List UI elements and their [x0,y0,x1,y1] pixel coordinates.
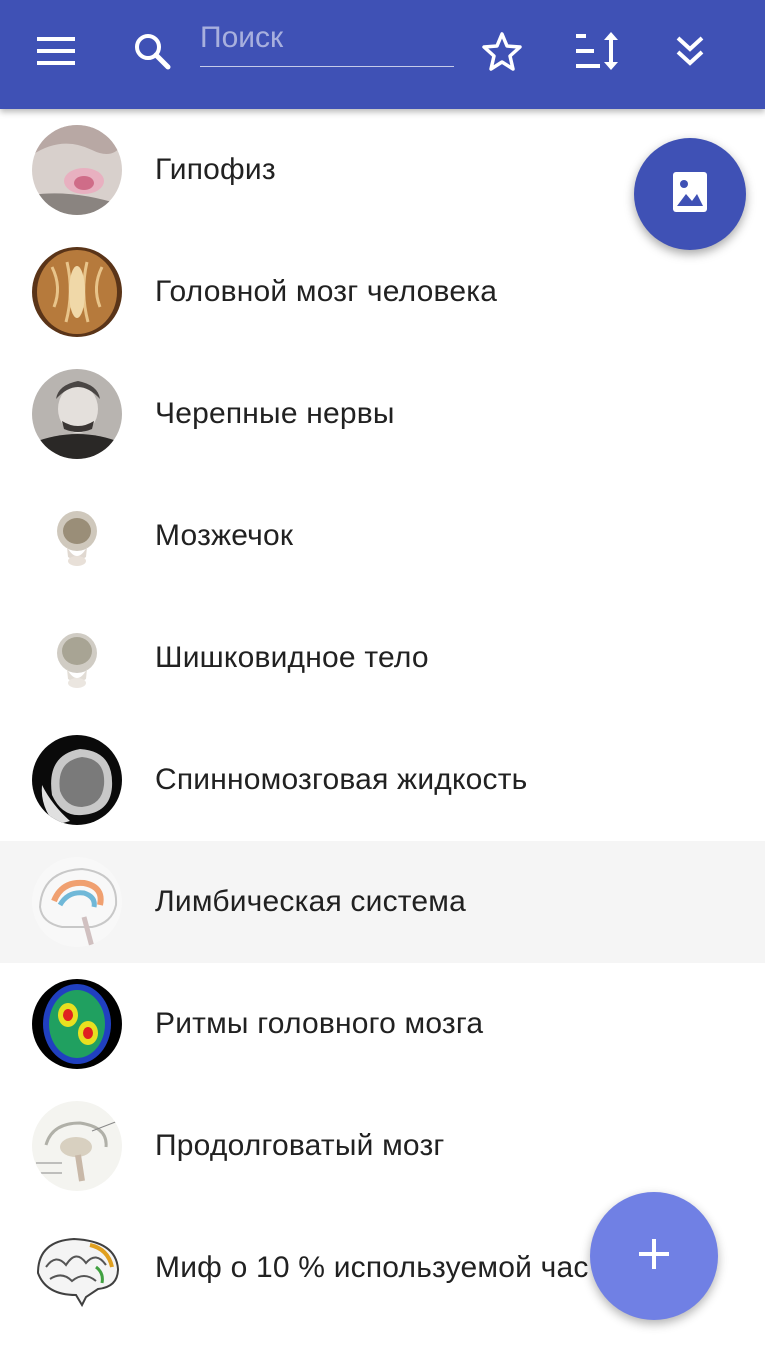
add-fab-button[interactable] [590,1192,718,1320]
brain-section-image [32,247,122,337]
limbic-diagram-image [32,857,122,947]
star-outline-icon [481,31,523,76]
skull-image [32,613,122,703]
search-icon [133,32,171,75]
list-item-label: Миф о 10 % используемой час [155,1251,589,1284]
list-item[interactable]: Ритмы головного мозга [0,963,765,1085]
brain-sketch-image [32,1223,122,1313]
list-item-label: Гипофиз [155,153,276,186]
expand-button[interactable] [660,22,720,84]
pituitary-image [32,125,122,215]
brain-scan-image [32,979,122,1069]
mri-image [32,735,122,825]
list-item[interactable]: Черепные нервы [0,353,765,475]
list-item-label: Шишковидное тело [155,641,429,674]
list-item-label: Мозжечок [155,519,294,552]
search-input[interactable] [200,10,454,66]
list-item-label: Спинномозговая жидкость [155,763,528,796]
list-item-label: Ритмы головного мозга [155,1007,484,1040]
article-list: Гипофиз Головной мозг человека Черепные … [0,109,765,1329]
list-item[interactable]: Шишковидное тело [0,597,765,719]
list-item-label: Черепные нервы [155,397,395,430]
plus-icon [639,1238,669,1274]
sort-icon [576,31,620,76]
sort-button[interactable] [568,22,628,84]
favorites-button[interactable] [472,22,532,84]
list-item[interactable]: Продолговатый мозг [0,1085,765,1207]
portrait-image [32,369,122,459]
list-item[interactable]: Головной мозг человека [0,231,765,353]
image-icon [673,171,707,217]
double-chevron-down-icon [675,34,705,73]
list-item-label: Продолговатый мозг [155,1129,445,1162]
search-button[interactable] [122,22,182,84]
medulla-diagram-image [32,1101,122,1191]
list-item-label: Лимбическая система [155,885,466,918]
skull-image [32,491,122,581]
list-item-selected[interactable]: Лимбическая система [0,841,765,963]
list-item[interactable]: Мозжечок [0,475,765,597]
menu-button[interactable] [26,22,86,84]
menu-icon [37,36,75,70]
app-bar [0,0,765,109]
photo-fab-button[interactable] [634,138,746,250]
list-item-label: Головной мозг человека [155,275,498,308]
search-field[interactable] [200,10,454,67]
list-item[interactable]: Спинномозговая жидкость [0,719,765,841]
